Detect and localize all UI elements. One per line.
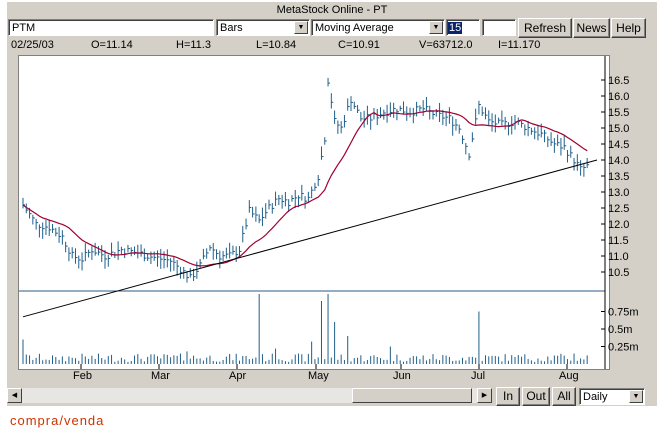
window-title: MetaStock Online - PT: [276, 4, 388, 16]
x-tick-label: Mar: [151, 370, 170, 382]
interval-value: Daily: [583, 391, 608, 403]
chevron-down-icon[interactable]: ▼: [294, 21, 308, 34]
price-tick-label: 16.5: [608, 75, 629, 87]
price-tick-label: 11.5: [608, 235, 629, 247]
x-tick-label: May: [308, 370, 329, 382]
symbol-value: PTM: [12, 22, 36, 34]
x-tick-label: Apr: [229, 370, 246, 382]
metastock-window: MetaStock Online - PT PTM Bars ▼ Moving …: [7, 2, 657, 406]
ohlc-readout: 02/25/03 O=11.14 H=11.3 L=10.84 C=10.91 …: [7, 39, 657, 53]
price-tick-label: 14.5: [608, 139, 629, 151]
x-tick-label: Jun: [393, 370, 411, 382]
price-tick-label: 11.0: [608, 251, 629, 263]
footer-link[interactable]: compra/venda: [10, 413, 104, 428]
interval-select[interactable]: Daily ▼: [579, 388, 645, 405]
price-tick-label: 14.0: [608, 155, 629, 167]
chart-style-select[interactable]: Bars ▼: [216, 19, 310, 36]
period-value: 15: [448, 22, 463, 34]
stat-low: L=10.84: [256, 39, 297, 51]
stat-volume: V=63712.0: [419, 39, 473, 51]
zoom-in-button[interactable]: In: [496, 387, 520, 406]
show-all-button[interactable]: All: [552, 387, 576, 406]
stat-indicator: I=11.170: [498, 39, 541, 51]
zoom-out-button[interactable]: Out: [522, 387, 550, 406]
price-tick-label: 12.0: [608, 219, 629, 231]
indicator-value: Moving Average: [315, 22, 394, 34]
price-tick-label: 13.0: [608, 187, 629, 199]
price-tick-label: 16.0: [608, 91, 629, 103]
x-tick-label: Jul: [471, 370, 485, 382]
scroll-track[interactable]: [22, 388, 477, 403]
refresh-button[interactable]: Refresh: [518, 18, 572, 38]
price-tick-label: 15.0: [608, 123, 629, 135]
scroll-thumb[interactable]: [352, 388, 472, 403]
price-tick-label: 15.5: [608, 107, 629, 119]
x-tick-label: Aug: [559, 370, 579, 382]
stat-date: 02/25/03: [11, 39, 54, 51]
chevron-down-icon[interactable]: ▼: [429, 21, 443, 34]
stat-high: H=11.3: [176, 39, 211, 51]
price-volume-chart[interactable]: 16.5 16.0 15.5 15.0 14.5 14.0 13.5 13.0 12.5 12.0…: [19, 56, 639, 382]
indicator-select[interactable]: Moving Average ▼: [311, 19, 445, 36]
stat-close: C=10.91: [338, 39, 380, 51]
period-input[interactable]: 15: [446, 19, 480, 36]
price-tick-label: 13.5: [608, 171, 629, 183]
extra-input[interactable]: [482, 19, 516, 36]
trendline: [22, 159, 598, 318]
scroll-right-icon[interactable]: ▶: [477, 388, 492, 403]
news-button[interactable]: News: [573, 18, 610, 38]
volume-tick-label: 0.25m: [608, 342, 639, 354]
help-button[interactable]: Help: [611, 18, 646, 38]
price-tick-label: 12.5: [608, 203, 629, 215]
volume-tick-label: 0.5m: [608, 324, 632, 336]
moving-average-line: [22, 110, 588, 267]
horizontal-scrollbar[interactable]: ◀ ▶: [7, 388, 492, 403]
price-tick-label: 10.5: [608, 267, 629, 279]
chart-style-value: Bars: [220, 22, 243, 34]
x-tick-label: Feb: [73, 370, 92, 382]
symbol-input[interactable]: PTM: [8, 19, 214, 36]
chevron-down-icon[interactable]: ▼: [629, 390, 643, 403]
stat-open: O=11.14: [91, 39, 133, 51]
chart-area[interactable]: 16.5 16.0 15.5 15.0 14.5 14.0 13.5 13.0 12.5 12.0…: [18, 55, 639, 382]
volume-tick-label: 0.75m: [608, 307, 639, 319]
scroll-left-icon[interactable]: ◀: [7, 388, 22, 403]
